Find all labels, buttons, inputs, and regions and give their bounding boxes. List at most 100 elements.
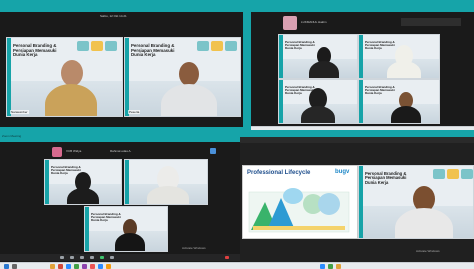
app-icon[interactable] <box>82 264 87 269</box>
sponsor-logos <box>197 41 237 51</box>
meeting-window-top-right: LUKMANUL Hakim Personal Branding & Persi… <box>251 12 474 130</box>
banner-title: Personal Branding & Persiapan Memasuki D… <box>13 43 56 58</box>
accent-stripe <box>359 166 363 238</box>
app-icon[interactable] <box>50 264 55 269</box>
sponsor-logos <box>433 169 473 179</box>
banner-title: Personal Branding & Persiapan Memasuki D… <box>131 43 174 58</box>
start-icon[interactable] <box>4 264 9 269</box>
banner-title: Personal Branding & Persiapan Memasuki D… <box>365 171 406 185</box>
video-tile-3[interactable]: Personal Branding & Persiapan Memasuki D… <box>84 206 168 252</box>
banner-line-3: Dunia Kerja <box>365 91 382 96</box>
shared-slide: Professional Lifecycle bugv <box>242 165 358 239</box>
logo-icon <box>211 41 223 51</box>
share-icon[interactable] <box>100 256 104 259</box>
logo-icon <box>105 41 117 51</box>
mic-icon[interactable] <box>60 256 64 259</box>
video-tile-presenter[interactable]: Personal Branding & Persiapan Memasuki D… <box>358 165 474 239</box>
app-icon[interactable] <box>328 264 333 269</box>
app-icon[interactable] <box>74 264 79 269</box>
slide-brand: bugv <box>335 169 350 175</box>
app-icon[interactable] <box>336 264 341 269</box>
person-body <box>67 188 99 204</box>
taskbar <box>0 262 243 269</box>
person-head <box>179 62 199 86</box>
window-header-text: Sabtu, 12 Okt 14.21 <box>100 14 127 18</box>
accent-stripe <box>359 35 363 78</box>
banner-line-3: Dunia Kerja <box>13 52 38 58</box>
video-tile-1[interactable]: Personal Branding & Persiapan Memasuki D… <box>278 34 358 79</box>
header-name-2: Rahmat edas A. <box>110 149 132 153</box>
logo-icon <box>447 169 459 179</box>
person-body <box>301 106 335 123</box>
accent-stripe <box>125 38 129 116</box>
app-icon[interactable] <box>106 264 111 269</box>
logo-icon <box>91 41 103 51</box>
taskbar <box>251 126 474 130</box>
reactions-icon[interactable] <box>110 256 114 259</box>
video-tile-3[interactable]: Personal Branding & Persiapan Memasuki D… <box>278 79 358 124</box>
banner-line-3: Dunia Kerja <box>365 46 382 51</box>
header-name: LUKMANUL Hakim <box>301 20 327 24</box>
logo-icon <box>225 41 237 51</box>
accent-stripe <box>7 38 11 116</box>
app-icon[interactable] <box>98 264 103 269</box>
app-icon[interactable] <box>66 264 71 269</box>
video-tile-4[interactable]: Personal Branding & Persiapan Memasuki D… <box>358 79 440 124</box>
header-avatar <box>283 16 297 30</box>
video-tile-speaker[interactable]: Personal Branding & Persiapan Memasuki D… <box>6 37 123 117</box>
app-icon[interactable] <box>320 264 325 269</box>
header-avatar <box>52 147 62 157</box>
person-body <box>391 106 421 123</box>
banner-title: Personal Branding & Persiapan Memasuki D… <box>91 212 121 223</box>
video-tile-2[interactable] <box>124 159 208 205</box>
person-head <box>61 60 83 86</box>
person-body <box>147 186 189 204</box>
leave-icon[interactable] <box>225 256 229 259</box>
video-tile-1[interactable]: Personal Branding & Persiapan Memasuki D… <box>44 159 122 205</box>
header-bar <box>401 18 461 26</box>
app-icon[interactable] <box>58 264 63 269</box>
header-name: VCB Widya <box>66 149 82 153</box>
diagram-cloud <box>283 188 303 204</box>
banner-title: Personal Branding & Persiapan Memasuki D… <box>51 165 81 175</box>
activate-windows-text: Activate Windows <box>182 246 206 250</box>
banner-title: Personal Branding & Persiapan Memasuki D… <box>285 40 315 51</box>
diagram-tree-2 <box>318 193 340 215</box>
accent-stripe <box>125 160 129 204</box>
accent-stripe <box>85 207 89 251</box>
left-small-label: Zoom Meeting <box>2 134 22 138</box>
logo-icon <box>197 41 209 51</box>
slide-title: Professional Lifecycle <box>247 170 311 176</box>
diagram-bar <box>253 226 345 230</box>
person-body <box>387 61 421 78</box>
logo-icon <box>77 41 89 51</box>
meeting-window-bottom-right: Professional Lifecycle bugv Personal Bra… <box>240 137 474 269</box>
header-icon <box>210 148 216 154</box>
sponsor-logos <box>77 41 117 51</box>
banner-title: Personal Branding & Persiapan Memasuki D… <box>365 85 395 96</box>
search-icon[interactable] <box>12 264 17 269</box>
meeting-window-bottom-left: VCB Widya Rahmat edas A. Personal Brandi… <box>0 142 243 269</box>
banner-line-3: Dunia Kerja <box>131 52 156 58</box>
chat-icon[interactable] <box>90 256 94 259</box>
person-body <box>161 84 217 116</box>
logo-icon <box>433 169 445 179</box>
logo-icon <box>461 169 473 179</box>
participants-icon[interactable] <box>80 256 84 259</box>
window-titlebar <box>240 137 474 143</box>
app-icon[interactable] <box>90 264 95 269</box>
lifecycle-diagram <box>248 188 350 233</box>
video-tile-participant[interactable]: Personal Branding & Persiapan Memasuki D… <box>124 37 241 117</box>
banner-line-3: Dunia Kerja <box>91 218 108 223</box>
meeting-window-top-left: Sabtu, 12 Okt 14.21 Personal Branding & … <box>0 12 243 127</box>
video-tile-2[interactable]: Personal Branding & Persiapan Memasuki D… <box>358 34 440 79</box>
accent-stripe <box>279 80 283 123</box>
accent-stripe <box>279 35 283 78</box>
person-body <box>45 84 97 116</box>
person-body <box>115 233 145 251</box>
meeting-toolbar <box>0 254 243 261</box>
banner-line-3: Dunia Kerja <box>285 46 302 51</box>
camera-icon[interactable] <box>70 256 74 259</box>
taskbar <box>240 262 474 269</box>
participant-name: Peserta <box>128 110 141 114</box>
